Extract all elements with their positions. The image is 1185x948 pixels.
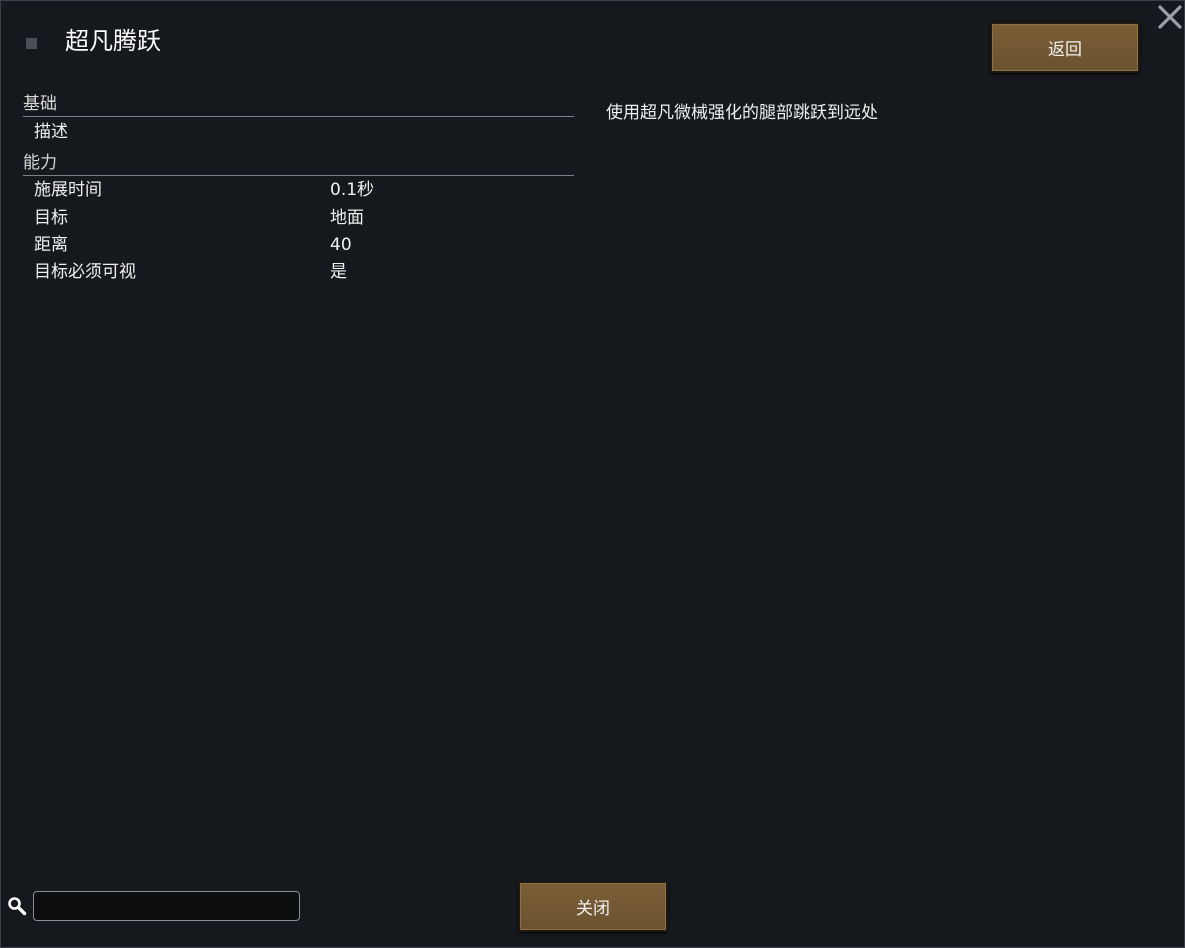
stat-value: 地面 [330,208,364,228]
info-dialog: 超凡腾跃 返回 基础 描述 能力 施展时间 0.1秒 目标 地面 距离 40 目… [0,0,1185,948]
close-button[interactable]: 关闭 [518,881,668,932]
search-icon [8,897,27,916]
stat-label: 目标必须可视 [34,262,136,282]
stat-value: 是 [330,262,347,282]
description-text: 使用超凡微械强化的腿部跳跃到远处 [606,103,878,123]
stat-row-range[interactable]: 距离 40 [34,232,574,258]
stat-label: 距离 [34,235,68,255]
stat-label: 施展时间 [34,180,102,200]
section-header-ability: 能力 [23,151,574,176]
stat-row-cast-time[interactable]: 施展时间 0.1秒 [34,177,574,203]
stat-label: 目标 [34,208,68,228]
page-title: 超凡腾跃 [65,27,161,55]
stat-label: 描述 [34,122,68,142]
close-icon[interactable] [1157,4,1183,30]
back-button[interactable]: 返回 [990,22,1140,73]
stat-value: 0.1秒 [330,180,375,200]
stat-row-line-of-sight[interactable]: 目标必须可视 是 [34,259,574,285]
search-input[interactable] [33,891,300,921]
stat-row-target[interactable]: 目标 地面 [34,205,574,231]
section-header-basic: 基础 [23,92,574,117]
stat-value: 40 [330,235,352,255]
stat-row-description[interactable]: 描述 [34,119,574,145]
ability-icon [26,38,37,49]
